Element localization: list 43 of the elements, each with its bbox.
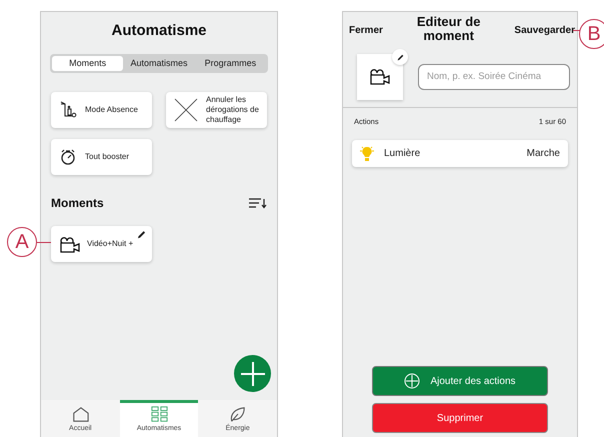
moment-card[interactable]: Vidéo+Nuit +	[51, 226, 152, 262]
screen-title: Editeur de moment	[416, 15, 481, 43]
plus-icon	[240, 362, 264, 386]
icon-tile[interactable]	[357, 54, 403, 100]
segment-tab[interactable]: Automatismes	[123, 56, 195, 71]
close-button[interactable]: Fermer	[349, 23, 383, 38]
grid-icon	[150, 406, 168, 423]
cross-icon	[174, 98, 198, 122]
save-button[interactable]: Sauvegarder	[514, 23, 575, 38]
segment-tab[interactable]: Programmes	[194, 56, 266, 71]
callout-marker: B	[579, 19, 604, 49]
add-button[interactable]	[234, 355, 271, 392]
quick-action-card[interactable]: Tout booster	[51, 139, 152, 175]
action-name: Lumière	[384, 147, 422, 162]
segment-tab[interactable]: Moments	[52, 56, 124, 71]
card-label: Vidéo+Nuit +	[87, 238, 134, 250]
sort-icon	[249, 197, 267, 209]
name-field[interactable]: Nom, p. ex. Soirée Cinéma	[418, 64, 570, 90]
delete-button[interactable]: Supprimer	[372, 403, 548, 433]
callout-marker: A	[7, 227, 37, 257]
edit-badge[interactable]	[392, 48, 408, 64]
leaf-icon	[229, 406, 246, 423]
leader-line	[37, 242, 51, 243]
card-label: Mode Absence	[85, 105, 138, 115]
house-person-icon	[59, 101, 77, 119]
stopwatch-icon	[59, 148, 77, 166]
pencil-icon	[137, 229, 146, 239]
action-value: Marche	[526, 147, 560, 162]
movie-camera-icon	[59, 234, 81, 254]
action-row[interactable]: Lumière Marche	[352, 140, 568, 168]
card-label: Tout booster	[85, 152, 130, 162]
pencil-icon	[396, 52, 404, 60]
leader-line	[573, 30, 580, 31]
section-heading: Moments	[51, 195, 104, 212]
light-bulb-icon	[360, 146, 374, 162]
plus-circle-icon	[404, 373, 420, 389]
house-icon	[72, 406, 89, 423]
card-label: Annuler les dérogations de chauffage	[206, 95, 259, 125]
quick-action-card[interactable]: Annuler les dérogations de chauffage	[166, 92, 267, 128]
add-actions-button[interactable]: Ajouter des actions	[372, 366, 548, 396]
movie-camera-icon	[369, 67, 391, 86]
quick-action-card[interactable]: Mode Absence	[51, 92, 152, 128]
screen-title: Automatisme	[110, 21, 208, 40]
